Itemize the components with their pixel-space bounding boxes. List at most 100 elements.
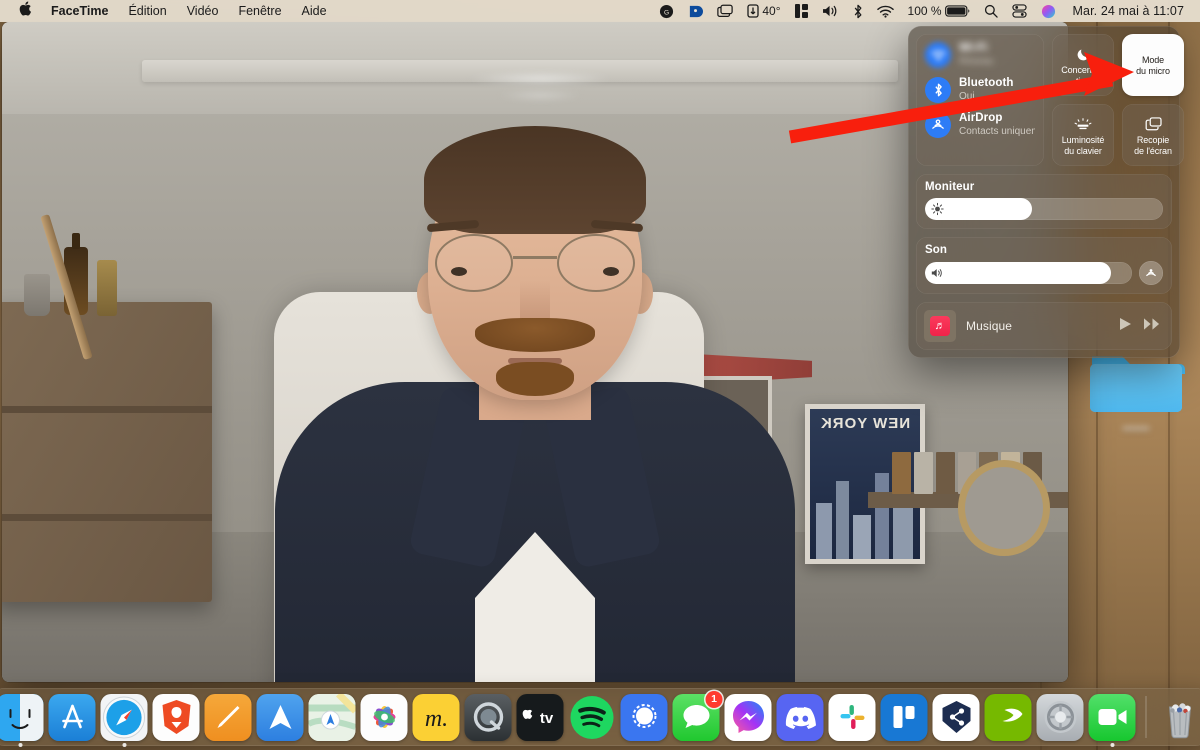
menu-item-video[interactable]: Vidéo: [177, 0, 229, 22]
dock-item-nvidia[interactable]: [984, 693, 1032, 741]
finder-icon: [0, 693, 44, 741]
photos-icon: [373, 706, 395, 728]
forward-icon[interactable]: [1144, 317, 1160, 335]
menu-item-fenetre[interactable]: Fenêtre: [228, 0, 291, 22]
music-card[interactable]: ♬ Musique: [916, 302, 1172, 350]
bluetooth-title: Bluetooth: [959, 77, 1014, 89]
wifi-subtitle: Réseau: [959, 56, 994, 67]
menu-item-facetime[interactable]: FaceTime: [41, 0, 118, 22]
screen-mirroring-tile[interactable]: Recopie de l'écran: [1122, 104, 1184, 166]
maps-icon: [308, 693, 356, 741]
control-center-icon[interactable]: [1005, 4, 1034, 18]
dock-item-discord[interactable]: [776, 693, 824, 741]
music-artwork: ♬: [924, 310, 956, 342]
spark-plane-icon: [269, 705, 291, 729]
volume-icon[interactable]: [815, 4, 846, 18]
dock-item-finder[interactable]: [0, 693, 44, 747]
dock-item-notes[interactable]: [204, 693, 252, 741]
rectangle-window-manager-icon[interactable]: [788, 4, 815, 18]
display-brightness-slider[interactable]: [925, 198, 1163, 220]
dock-item-safari[interactable]: [100, 693, 148, 747]
trash-icon: [1168, 702, 1192, 738]
apple-logo-icon: [19, 1, 32, 16]
dock-item-apple-tv[interactable]: tv: [516, 693, 564, 741]
control-center-tiles: Concentra- tion Mode du micro Luminosité…: [1052, 34, 1184, 166]
airdrop-control-row[interactable]: AirDrop Contacts uniquement: [925, 112, 1035, 138]
folder-label: •••••••: [1122, 423, 1150, 435]
music-app-name: Musique: [966, 319, 1013, 333]
nvidia-icon: [1001, 708, 1022, 722]
trello-icon: [893, 706, 914, 728]
dock-item-system-preferences[interactable]: [1036, 693, 1084, 741]
dock-item-quicktime[interactable]: [464, 693, 512, 741]
dock-item-trello[interactable]: [880, 693, 928, 741]
messages-icon: [683, 705, 709, 728]
wifi-icon[interactable]: [870, 5, 901, 18]
dock-item-app-store[interactable]: [48, 693, 96, 741]
dock-item-mindnode[interactable]: m.: [412, 693, 460, 741]
control-center-panel[interactable]: Wi-Fi Réseau Bluetooth Oui AirDrop Conta…: [908, 26, 1184, 358]
speaker-icon: [931, 267, 944, 280]
svg-text:m.: m.: [424, 706, 447, 732]
keyboard-brightness-tile[interactable]: Luminosité du clavier: [1052, 104, 1114, 166]
dock-item-photos[interactable]: [360, 693, 408, 741]
spotify-icon: [570, 695, 614, 739]
sound-card: Son: [916, 237, 1172, 294]
apple-tv-icon: tv: [522, 709, 553, 727]
dock-item-messages[interactable]: 1: [672, 690, 723, 741]
menu-item-aide[interactable]: Aide: [292, 0, 337, 22]
screen-mirroring-icon[interactable]: [710, 4, 740, 18]
sound-volume-slider[interactable]: [925, 262, 1132, 284]
svg-text:tv: tv: [539, 710, 553, 727]
dock-item-messenger[interactable]: [724, 693, 772, 741]
airdrop-icon: [925, 112, 951, 138]
play-icon[interactable]: [1119, 317, 1132, 336]
spotlight-search-icon[interactable]: [977, 4, 1005, 18]
svg-text:G: G: [664, 9, 669, 16]
dock-item-slack[interactable]: [828, 693, 876, 741]
airplay-button[interactable]: [1139, 261, 1163, 285]
weather-icon[interactable]: 40°: [740, 0, 787, 22]
system-preferences-gear-icon: [1044, 701, 1076, 733]
facetime-camera-icon: [1098, 709, 1126, 725]
airdrop-subtitle: Contacts uniquement: [959, 126, 1035, 137]
messenger-icon: [732, 701, 764, 733]
menu-item-edition[interactable]: Édition: [118, 0, 176, 22]
wifi-title: Wi-Fi: [959, 42, 988, 54]
dock-item-facetime[interactable]: [1088, 693, 1136, 747]
notes-pencil-icon: [217, 706, 239, 728]
bluetooth-control-row[interactable]: Bluetooth Oui: [925, 77, 1035, 103]
facetime-person: [275, 126, 795, 682]
signal-icon: [632, 704, 656, 728]
dock-item-trash[interactable]: [1157, 694, 1200, 741]
menu-bar-clock[interactable]: Mar. 24 mai à 11:07: [1063, 4, 1192, 18]
dock-item-maps[interactable]: [308, 693, 356, 741]
dashlane-icon[interactable]: [681, 4, 710, 19]
brave-icon: [162, 700, 190, 734]
dock-item-spotify[interactable]: [569, 694, 616, 741]
dock[interactable]: m. tv 1: [0, 688, 1200, 747]
siri-icon[interactable]: [1034, 4, 1063, 19]
app-store-icon: [61, 704, 83, 729]
focus-tile[interactable]: Concentra- tion: [1052, 34, 1114, 96]
bluetooth-icon[interactable]: [846, 4, 870, 19]
grammarly-icon[interactable]: G: [652, 4, 681, 19]
moon-icon: [1076, 45, 1091, 63]
apple-menu-icon[interactable]: [10, 0, 41, 22]
sun-icon: [931, 202, 944, 216]
wifi-control-row[interactable]: Wi-Fi Réseau: [925, 42, 1035, 68]
screen-mirroring-icon: [1145, 115, 1162, 133]
bluetooth-icon: [925, 77, 951, 103]
dock-separator: [1145, 696, 1147, 738]
mic-mode-tile[interactable]: Mode du micro: [1122, 34, 1184, 96]
dock-item-sharemouse[interactable]: [932, 693, 980, 741]
dock-item-spark-mail[interactable]: [256, 693, 304, 741]
weather-temp: 40°: [762, 4, 781, 18]
battery-status[interactable]: 100 %: [901, 0, 977, 22]
messages-badge: 1: [705, 690, 723, 708]
dock-item-signal[interactable]: [620, 693, 668, 741]
wifi-icon: [925, 42, 951, 68]
airplay-icon: [1146, 269, 1156, 277]
battery-icon: [944, 5, 969, 17]
dock-item-brave[interactable]: [152, 693, 200, 741]
